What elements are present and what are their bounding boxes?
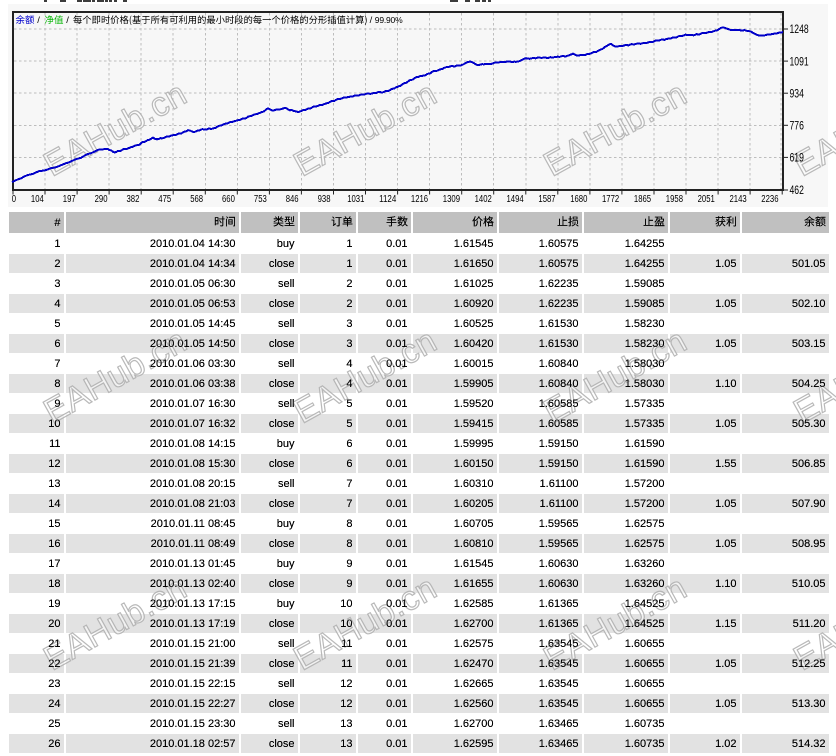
svg-text:776: 776 bbox=[790, 121, 804, 133]
svg-text:/: / bbox=[370, 15, 373, 26]
svg-text:619: 619 bbox=[790, 153, 804, 165]
svg-text:2143: 2143 bbox=[730, 194, 748, 205]
svg-text:1248: 1248 bbox=[790, 24, 809, 36]
svg-text:1494: 1494 bbox=[507, 194, 525, 205]
svg-text:382: 382 bbox=[127, 194, 140, 205]
svg-text:290: 290 bbox=[95, 194, 108, 205]
svg-text:197: 197 bbox=[63, 194, 76, 205]
svg-text:475: 475 bbox=[158, 194, 171, 205]
svg-text:1772: 1772 bbox=[602, 194, 620, 205]
svg-text:104: 104 bbox=[31, 194, 44, 205]
svg-text:1402: 1402 bbox=[475, 194, 493, 205]
svg-text:1309: 1309 bbox=[443, 194, 461, 205]
svg-text:938: 938 bbox=[318, 194, 331, 205]
svg-text:2051: 2051 bbox=[698, 194, 716, 205]
svg-text:660: 660 bbox=[222, 194, 235, 205]
svg-text:/: / bbox=[37, 15, 40, 26]
svg-text:99.90%: 99.90% bbox=[375, 15, 403, 25]
svg-text:1091: 1091 bbox=[790, 56, 809, 68]
svg-text:934: 934 bbox=[790, 88, 805, 100]
svg-text:1680: 1680 bbox=[570, 194, 588, 205]
svg-text:1865: 1865 bbox=[634, 194, 652, 205]
svg-text:1216: 1216 bbox=[411, 194, 429, 205]
svg-text:568: 568 bbox=[190, 194, 203, 205]
svg-text:753: 753 bbox=[254, 194, 267, 205]
svg-text:462: 462 bbox=[790, 185, 804, 197]
svg-text:1958: 1958 bbox=[666, 194, 684, 205]
svg-text:1124: 1124 bbox=[379, 194, 397, 205]
svg-text:1031: 1031 bbox=[347, 194, 365, 205]
svg-text:/: / bbox=[66, 15, 69, 26]
svg-text:2236: 2236 bbox=[761, 194, 779, 205]
svg-text:1587: 1587 bbox=[538, 194, 556, 205]
svg-text:846: 846 bbox=[286, 194, 299, 205]
svg-text:0: 0 bbox=[12, 194, 17, 205]
